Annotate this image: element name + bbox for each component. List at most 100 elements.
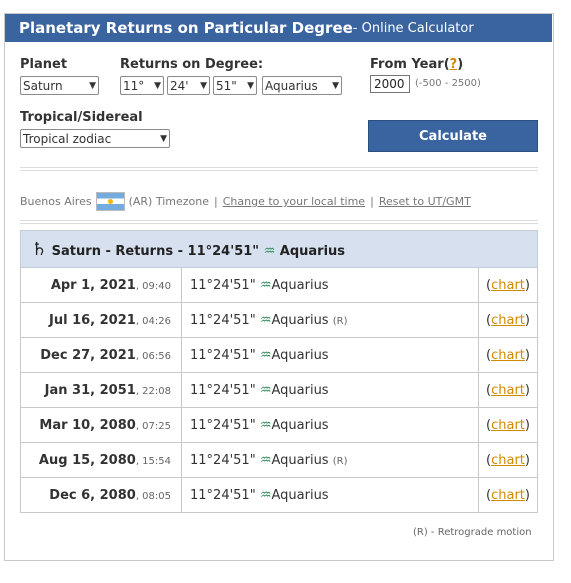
return-time: , 15:54 <box>135 455 171 467</box>
second-select-value: 51" <box>216 78 237 93</box>
return-degree: 11°24'51" <box>190 382 256 398</box>
return-position-cell: 11°24'51" ♒Aquarius (R) <box>181 442 479 478</box>
retrograde-marker: (R) <box>332 455 348 467</box>
chevron-down-icon: ▼ <box>89 80 96 91</box>
chevron-down-icon: ▼ <box>200 80 207 91</box>
return-position-cell: 11°24'51" ♒Aquarius <box>181 407 479 443</box>
return-sign: Aquarius <box>271 417 329 433</box>
timezone-city: Buenos Aires <box>20 195 92 208</box>
chart-link[interactable]: chart <box>491 348 525 363</box>
results-table: ♄ Saturn - Returns - 11°24'51" ♒ Aquariu… <box>20 230 538 513</box>
from-year-text: From Year <box>370 57 444 72</box>
return-sign: Aquarius <box>271 347 329 363</box>
return-position-cell: 11°24'51" ♒Aquarius <box>181 337 479 373</box>
return-time: , 07:25 <box>135 420 171 432</box>
return-date-cell: Mar 10, 2080, 07:25 <box>20 407 182 443</box>
table-row: Dec 27, 2021, 06:56 11°24'51" ♒Aquarius (… <box>20 337 538 373</box>
chart-link[interactable]: chart <box>491 453 525 468</box>
return-sign: Aquarius <box>271 382 329 398</box>
return-date-cell: Dec 6, 2080, 08:05 <box>20 477 182 513</box>
results-heading-text: Saturn - Returns - 11°24'51" <box>51 243 260 259</box>
chart-cell: (chart) <box>478 372 538 408</box>
return-date: Dec 6, 2080 <box>49 487 136 503</box>
sign-select-value: Aquarius <box>265 78 318 93</box>
return-degree: 11°24'51" <box>190 312 256 328</box>
return-position-cell: 11°24'51" ♒Aquarius <box>181 267 479 303</box>
timezone-bar: Buenos Aires (AR) Timezone | Change to y… <box>20 192 471 211</box>
reset-utc-link[interactable]: Reset to UT/GMT <box>379 195 471 208</box>
aquarius-icon: ♒ <box>259 312 272 328</box>
chart-cell: (chart) <box>478 267 538 303</box>
return-position-cell: 11°24'51" ♒Aquarius <box>181 477 479 513</box>
change-local-time-link[interactable]: Change to your local time <box>223 195 365 208</box>
return-date: Jul 16, 2021 <box>49 312 136 328</box>
table-row: Aug 15, 2080, 15:54 11°24'51" ♒Aquarius (… <box>20 442 538 478</box>
chart-cell: (chart) <box>478 477 538 513</box>
year-range-hint: (-500 - 2500) <box>415 78 481 89</box>
return-time: , 22:08 <box>135 385 171 397</box>
chart-cell: (chart) <box>478 337 538 373</box>
results-heading-sign: Aquarius <box>279 243 346 259</box>
chart-link[interactable]: chart <box>491 383 525 398</box>
aquarius-icon: ♒ <box>259 347 272 363</box>
chart-link[interactable]: chart <box>491 278 525 293</box>
zodiac-select[interactable]: Tropical zodiac ▼ <box>20 129 170 148</box>
table-row: Jul 16, 2021, 04:26 11°24'51" ♒Aquarius (… <box>20 302 538 338</box>
return-date: Apr 1, 2021 <box>50 277 136 293</box>
return-date: Aug 15, 2080 <box>38 452 136 468</box>
return-sign: Aquarius <box>271 277 329 293</box>
return-date-cell: Jul 16, 2021, 04:26 <box>20 302 182 338</box>
second-select[interactable]: 51" ▼ <box>213 76 257 95</box>
table-row: Dec 6, 2080, 08:05 11°24'51" ♒Aquarius (c… <box>20 477 538 513</box>
return-time: , 09:40 <box>135 280 171 292</box>
table-row: Apr 1, 2021, 09:40 11°24'51" ♒Aquarius (c… <box>20 267 538 303</box>
chevron-down-icon: ▼ <box>160 133 167 144</box>
return-time: , 04:26 <box>135 315 171 327</box>
saturn-icon: ♄ <box>31 238 48 260</box>
minute-select[interactable]: 24' ▼ <box>167 76 210 95</box>
return-time: , 08:05 <box>135 490 171 502</box>
return-sign: Aquarius <box>271 312 329 328</box>
retrograde-footnote: (R) - Retrograde motion <box>413 527 532 538</box>
chart-link[interactable]: chart <box>491 418 525 433</box>
aquarius-icon: ♒ <box>259 452 272 468</box>
timezone-code: (AR) Timezone <box>128 195 209 208</box>
page-header: Planetary Returns on Particular Degree -… <box>5 14 552 42</box>
retrograde-marker: (R) <box>332 315 348 327</box>
planet-select[interactable]: Saturn ▼ <box>20 76 99 95</box>
return-position-cell: 11°24'51" ♒Aquarius (R) <box>181 302 479 338</box>
return-sign: Aquarius <box>271 452 329 468</box>
aquarius-icon: ♒ <box>259 487 272 503</box>
zodiac-select-value: Tropical zodiac <box>23 131 112 146</box>
return-sign: Aquarius <box>271 487 329 503</box>
chart-link[interactable]: chart <box>491 488 525 503</box>
aquarius-icon: ♒ <box>259 417 272 433</box>
chevron-down-icon: ▼ <box>247 80 254 91</box>
year-input[interactable]: 2000 <box>370 75 410 93</box>
degree-select-value: 11° <box>123 78 145 93</box>
divider <box>20 167 538 171</box>
return-date: Jan 31, 2051 <box>44 382 136 398</box>
help-link[interactable]: ? <box>450 57 458 72</box>
degree-select[interactable]: 11° ▼ <box>120 76 164 95</box>
tropical-sidereal-label: Tropical/Sidereal <box>20 110 143 125</box>
aquarius-icon: ♒ <box>263 243 276 259</box>
minute-select-value: 24' <box>170 78 189 93</box>
argentina-flag-icon <box>95 192 125 211</box>
return-date-cell: Jan 31, 2051, 22:08 <box>20 372 182 408</box>
return-date-cell: Dec 27, 2021, 06:56 <box>20 337 182 373</box>
return-degree: 11°24'51" <box>190 277 256 293</box>
chart-cell: (chart) <box>478 302 538 338</box>
chart-link[interactable]: chart <box>491 313 525 328</box>
table-row: Jan 31, 2051, 22:08 11°24'51" ♒Aquarius (… <box>20 372 538 408</box>
returns-degree-label: Returns on Degree: <box>120 57 264 72</box>
return-time: , 06:56 <box>135 350 171 362</box>
return-date: Dec 27, 2021 <box>40 347 136 363</box>
return-degree: 11°24'51" <box>190 417 256 433</box>
return-degree: 11°24'51" <box>190 452 256 468</box>
page-subtitle: - Online Calculator <box>352 20 474 36</box>
calculate-button[interactable]: Calculate <box>368 120 538 152</box>
sign-select[interactable]: Aquarius ▼ <box>262 76 342 95</box>
timezone-separator: | <box>214 195 218 208</box>
table-row: Mar 10, 2080, 07:25 11°24'51" ♒Aquarius (… <box>20 407 538 443</box>
